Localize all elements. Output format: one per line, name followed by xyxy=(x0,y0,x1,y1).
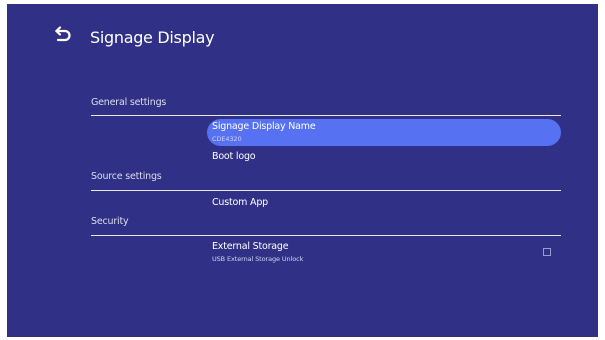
category-general-settings[interactable]: General settings xyxy=(91,97,166,108)
external-storage-checkbox[interactable] xyxy=(543,248,551,256)
item-title: External Storage xyxy=(212,241,289,252)
category-source-settings[interactable]: Source settings xyxy=(91,171,162,182)
item-subtitle: CDE4320 xyxy=(212,135,242,143)
category-security[interactable]: Security xyxy=(91,216,129,227)
back-button[interactable] xyxy=(51,26,73,46)
settings-screen: Signage Display General settings Source … xyxy=(7,4,598,337)
divider xyxy=(91,235,561,236)
item-signage-display-name[interactable]: Signage Display Name CDE4320 xyxy=(207,119,561,146)
divider xyxy=(91,190,561,191)
item-title: Signage Display Name xyxy=(212,121,316,132)
back-arrow-icon xyxy=(55,26,71,42)
divider xyxy=(91,115,561,116)
item-title: Boot logo xyxy=(212,151,256,162)
item-external-storage[interactable]: External Storage USB External Storage Un… xyxy=(207,238,561,266)
item-custom-app[interactable]: Custom App xyxy=(207,194,561,214)
item-subtitle: USB External Storage Unlock xyxy=(212,255,304,263)
item-boot-logo[interactable]: Boot logo xyxy=(207,148,561,168)
item-title: Custom App xyxy=(212,197,268,208)
page-title: Signage Display xyxy=(90,28,215,47)
